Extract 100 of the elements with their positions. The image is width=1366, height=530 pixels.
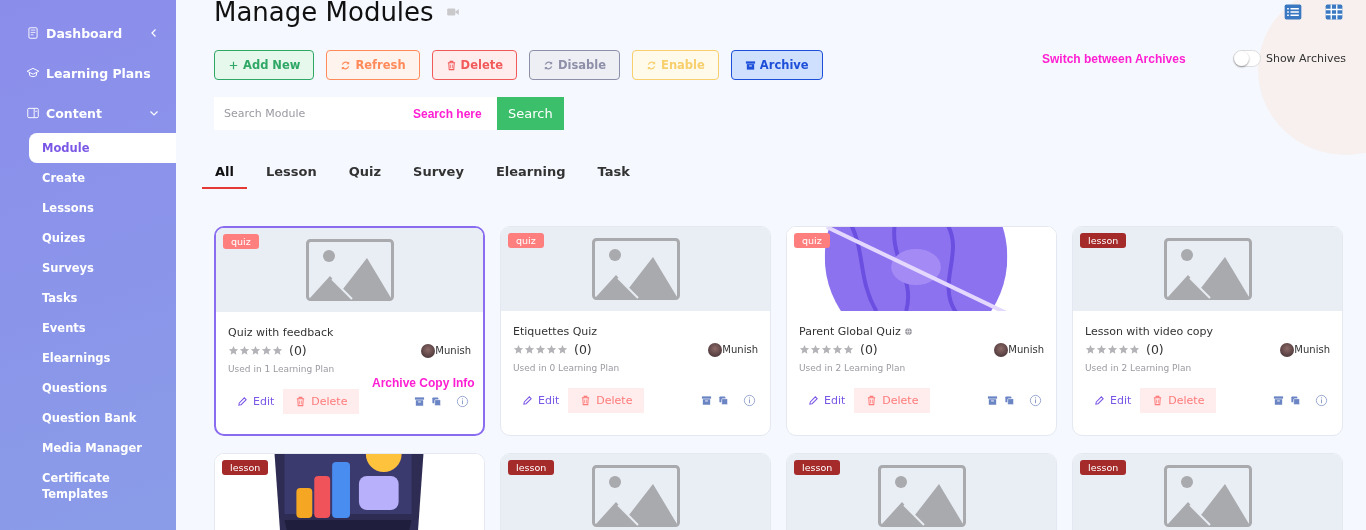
star-icon	[250, 345, 261, 356]
pencil-icon	[808, 395, 819, 406]
delete-button[interactable]: Delete	[431, 50, 517, 80]
sidebar-subitem[interactable]: Media Manager	[29, 433, 176, 463]
delete-button[interactable]: Delete	[568, 388, 645, 413]
sidebar-subitem[interactable]: Lessons	[29, 193, 176, 223]
star-icon	[535, 344, 546, 355]
page-title: Manage Modules	[214, 0, 434, 27]
sidebar-subitem[interactable]: Tasks	[29, 283, 176, 313]
module-card[interactable]: lesson	[1072, 453, 1343, 530]
sidebar-subitem[interactable]: Elearnings	[29, 343, 176, 373]
add-button[interactable]: Add New	[214, 50, 315, 80]
copy-icon[interactable]	[431, 396, 442, 407]
star-icon	[1107, 344, 1118, 355]
author-name: Munish	[1008, 344, 1044, 355]
image-placeholder-icon	[877, 465, 966, 527]
annotation-text: Search here	[413, 107, 482, 121]
panel-icon	[26, 106, 40, 120]
info-icon[interactable]	[1315, 394, 1328, 407]
usage-text: Used in 2 Learning Plan	[1085, 363, 1193, 373]
sidebar-item[interactable]: Learning Plans	[0, 53, 176, 93]
edit-button[interactable]: Edit	[1085, 390, 1141, 411]
star-icon	[799, 344, 810, 355]
annotation-text: Switch between Archives	[1042, 52, 1186, 66]
module-title: Quiz with feedback	[228, 326, 334, 339]
module-card[interactable]: lesson	[500, 453, 771, 530]
image-placeholder-icon	[1163, 465, 1252, 527]
sidebar-subitem[interactable]: Quizes	[29, 223, 176, 253]
type-badge: quiz	[794, 233, 830, 248]
filter-tab[interactable]: Task	[584, 160, 643, 189]
delete-button[interactable]: Delete	[854, 388, 931, 413]
sidebar-item[interactable]: Dashboard	[0, 13, 176, 53]
sidebar-subitem[interactable]: Events	[29, 313, 176, 343]
copy-icon[interactable]	[1290, 395, 1301, 406]
image-placeholder-icon	[591, 238, 680, 300]
toggle-label: Show Archives	[1265, 51, 1346, 65]
rating-count: (0)	[860, 342, 878, 357]
star-icon	[239, 345, 250, 356]
trash-icon	[866, 395, 878, 406]
filter-tab[interactable]: Elearning	[482, 160, 579, 189]
module-card[interactable]: lesson Lesson with video copy (0) Munish Used in 2 Learning Plan Edit Delete	[1072, 226, 1343, 436]
graduation-cap-icon	[26, 66, 40, 80]
type-badge: lesson	[508, 460, 555, 475]
delete-button[interactable]: Delete	[283, 389, 360, 414]
module-title: Lesson with video copy	[1085, 325, 1213, 338]
star-icon	[546, 344, 557, 355]
search-button[interactable]: Search	[497, 97, 564, 130]
star-icon	[1118, 344, 1129, 355]
module-card[interactable]: lesson	[214, 453, 485, 530]
archive-icon[interactable]	[987, 395, 998, 406]
sidebar-item[interactable]: Content	[0, 93, 176, 133]
refresh-button[interactable]: Refresh	[326, 50, 420, 80]
archive-icon[interactable]	[414, 396, 425, 407]
archive-button[interactable]: Archive	[730, 50, 823, 80]
type-badge: quiz	[223, 234, 259, 249]
info-icon[interactable]	[1029, 394, 1042, 407]
star-icon	[524, 344, 535, 355]
star-icon	[1085, 344, 1096, 355]
filter-tab[interactable]: All	[202, 160, 247, 189]
info-icon[interactable]	[456, 395, 469, 408]
sidebar-subitem[interactable]: Module	[29, 133, 176, 163]
sidebar-subitem[interactable]: Question Bank	[29, 403, 176, 433]
filter-tab[interactable]: Quiz	[335, 160, 395, 189]
author-name: Munish	[1294, 344, 1330, 355]
pencil-icon	[522, 395, 533, 406]
module-card[interactable]: quiz Parent Global Quiz (0) Munish Used in 2 Learning Plan Edit Delete	[786, 226, 1057, 436]
star-icon	[557, 344, 568, 355]
archive-icon[interactable]	[1273, 395, 1284, 406]
usage-text: Used in 2 Learning Plan	[799, 363, 907, 373]
archive-toggle[interactable]	[1232, 49, 1261, 67]
copy-icon[interactable]	[718, 395, 729, 406]
star-icon	[1096, 344, 1107, 355]
type-badge: lesson	[1080, 460, 1127, 475]
filter-tab[interactable]: Lesson	[253, 160, 330, 189]
type-badge: lesson	[222, 460, 269, 475]
edit-button[interactable]: Edit	[513, 390, 569, 411]
star-icon	[832, 344, 843, 355]
delete-button[interactable]: Delete	[1140, 388, 1217, 413]
module-card[interactable]: quiz Etiquettes Quiz (0) Munish Used in 0 Learning Plan Edit Delete	[500, 226, 771, 436]
module-card[interactable]: lesson	[786, 453, 1057, 530]
edit-button[interactable]: Edit	[228, 391, 284, 412]
sidebar-subitem[interactable]: Questions	[29, 373, 176, 403]
avatar	[708, 342, 723, 357]
sidebar-subitem[interactable]: Surveys	[29, 253, 176, 283]
info-icon[interactable]	[743, 394, 756, 407]
image-placeholder-icon	[1163, 238, 1252, 300]
filter-tab[interactable]: Survey	[400, 160, 477, 189]
edit-button[interactable]: Edit	[799, 390, 855, 411]
rating-count: (0)	[1146, 342, 1164, 357]
pencil-icon	[1094, 395, 1105, 406]
disable-button[interactable]: Disable	[529, 50, 621, 80]
refresh-icon	[340, 59, 352, 71]
copy-icon[interactable]	[1004, 395, 1015, 406]
trash-icon	[580, 395, 592, 406]
sidebar-subitem[interactable]: Certificate Templates	[29, 463, 176, 509]
book-icon	[26, 26, 40, 40]
archive-icon[interactable]	[701, 395, 712, 406]
pencil-icon	[237, 396, 248, 407]
sidebar-subitem[interactable]: Create	[29, 163, 176, 193]
annotation-text: Archive Copy Info	[372, 376, 475, 390]
